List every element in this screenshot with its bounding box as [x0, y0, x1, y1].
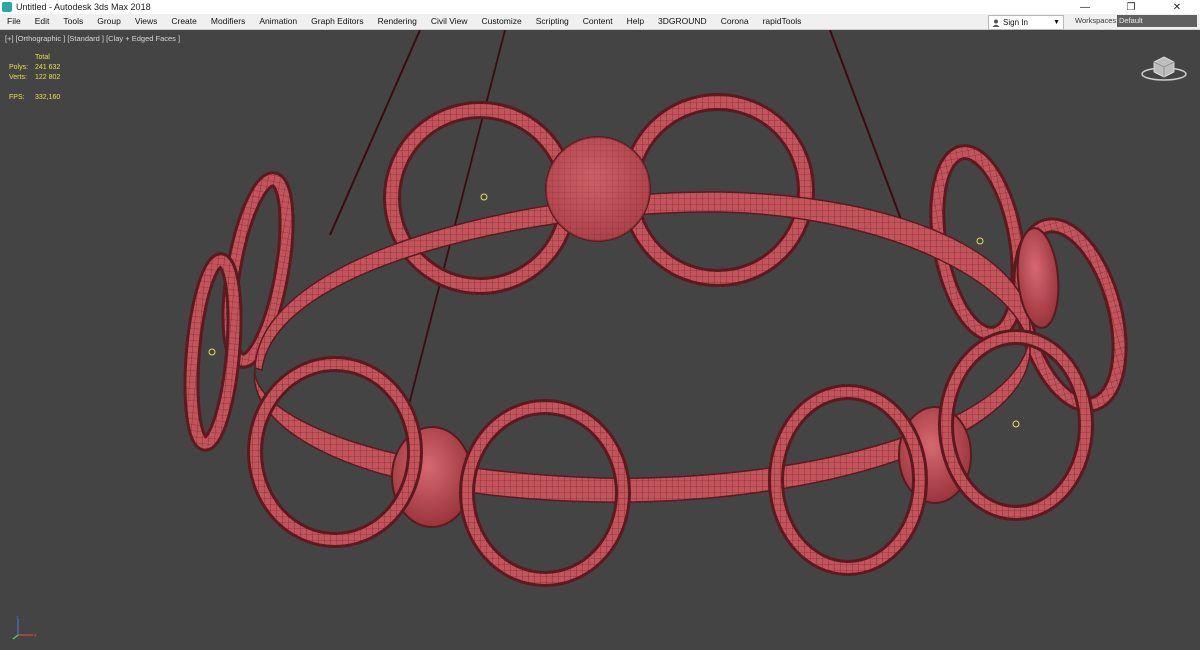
verts-label: Verts: — [9, 74, 27, 81]
menu-help[interactable]: Help — [620, 14, 651, 29]
menu-civil-view[interactable]: Civil View — [424, 14, 475, 29]
ring-back-right — [621, 93, 815, 287]
pivot-marker[interactable] — [208, 348, 216, 356]
polys-value: 241 632 — [35, 64, 61, 71]
menu-rendering[interactable]: Rendering — [371, 14, 424, 29]
viewport-statistics: Total Polys: 241 632 Verts: 122 802 FPS: 33… — [9, 53, 60, 103]
pivot-marker[interactable] — [976, 237, 984, 245]
menu-bar: File Edit Tools Group Views Create Modif… — [0, 14, 1200, 30]
cable — [829, 30, 906, 231]
menu-rapidtools[interactable]: rapidTools — [756, 14, 809, 29]
scene-render — [183, 30, 1128, 587]
menu-corona[interactable]: Corona — [714, 14, 756, 29]
workspace-select[interactable]: Default — [1117, 15, 1197, 27]
menu-graph-editors[interactable]: Graph Editors — [304, 14, 370, 29]
menu-file[interactable]: File — [0, 14, 28, 29]
user-icon — [992, 19, 1000, 27]
sphere-top — [545, 136, 651, 242]
app-icon — [2, 2, 12, 12]
menu-customize[interactable]: Customize — [475, 14, 529, 29]
viewport[interactable]: [+] [Orthographic ] [Standard ] [Clay + … — [0, 30, 1200, 650]
restore-button[interactable]: ❐ — [1108, 0, 1154, 14]
cable — [329, 30, 421, 236]
title-bar: Untitled - Autodesk 3ds Max 2018 — ❐ ✕ — [0, 0, 1200, 14]
menu-content[interactable]: Content — [576, 14, 620, 29]
window-title: Untitled - Autodesk 3ds Max 2018 — [16, 2, 151, 12]
stats-header: Total — [35, 54, 50, 61]
svg-text:x: x — [34, 633, 37, 639]
close-button[interactable]: ✕ — [1154, 0, 1200, 14]
menu-scripting[interactable]: Scripting — [529, 14, 576, 29]
pivot-marker[interactable] — [1012, 420, 1020, 428]
chevron-down-icon: ▼ — [1053, 19, 1060, 26]
axis-tripod-icon: x z — [12, 615, 37, 640]
fps-value: 332,160 — [35, 94, 61, 101]
menu-views[interactable]: Views — [128, 14, 165, 29]
menu-create[interactable]: Create — [164, 14, 204, 29]
minimize-button[interactable]: — — [1062, 0, 1108, 14]
menu-group[interactable]: Group — [90, 14, 128, 29]
fps-label: FPS: — [9, 94, 25, 101]
menu-modifiers[interactable]: Modifiers — [204, 14, 252, 29]
menu-edit[interactable]: Edit — [28, 14, 57, 29]
viewcube-icon[interactable] — [1140, 50, 1188, 82]
menu-tools[interactable]: Tools — [56, 14, 90, 29]
window-controls: — ❐ ✕ — [1062, 0, 1200, 14]
ring-left-far — [183, 252, 243, 452]
sign-in-label: Sign In — [1003, 18, 1028, 27]
polys-label: Polys: — [9, 64, 29, 71]
viewport-label[interactable]: [+] [Orthographic ] [Standard ] [Clay + … — [5, 34, 180, 43]
workspace-label: Workspaces: — [1075, 16, 1119, 25]
ring-back-left — [383, 101, 577, 295]
pivot-marker[interactable] — [480, 193, 488, 201]
menu-animation[interactable]: Animation — [252, 14, 304, 29]
menu-3dground[interactable]: 3DGROUND — [651, 14, 714, 29]
verts-value: 122 802 — [35, 74, 61, 81]
sign-in-dropdown[interactable]: Sign In ▼ — [988, 15, 1064, 30]
